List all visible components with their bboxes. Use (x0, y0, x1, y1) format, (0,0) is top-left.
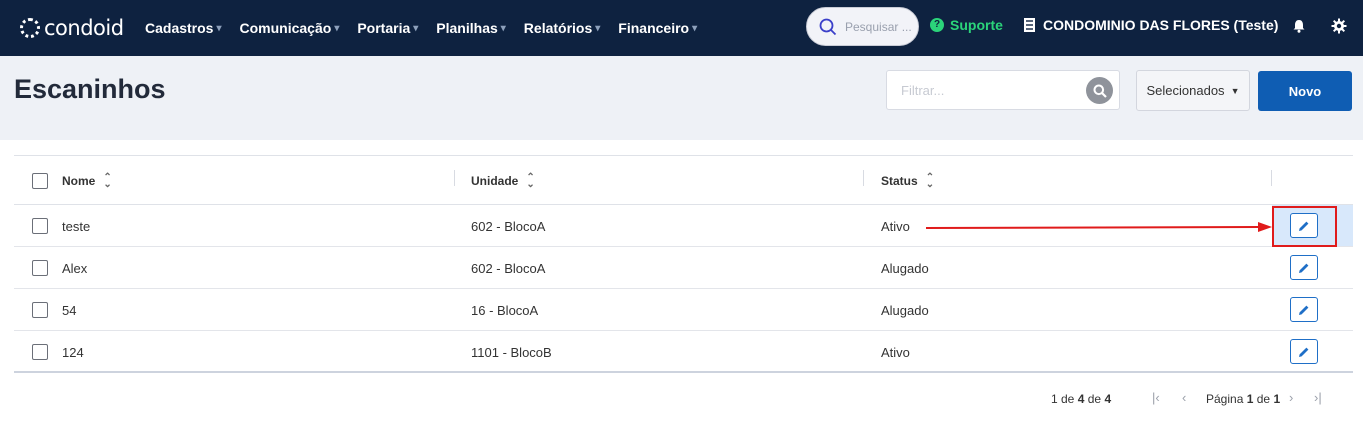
column-label: Nome (62, 174, 96, 188)
cell-unidade: 602 - BlocoA (471, 261, 546, 276)
page-indicator: Página 1 de 1 (1206, 392, 1280, 406)
select-all-checkbox[interactable] (32, 173, 48, 189)
page-total: 1 (1273, 392, 1281, 406)
chevron-down-icon: ▾ (413, 22, 419, 34)
row-checkbox[interactable] (32, 344, 48, 360)
search-icon (819, 18, 837, 35)
page-current: 1 (1246, 392, 1254, 406)
column-divider (454, 170, 455, 186)
last-page-icon[interactable]: ›| (1314, 390, 1322, 405)
gear-icon[interactable] (1331, 18, 1347, 34)
cell-unidade: 602 - BlocoA (471, 219, 546, 234)
help-icon: ? (930, 18, 944, 32)
support-link[interactable]: ? Suporte (930, 17, 1003, 33)
edit-button[interactable] (1290, 297, 1318, 322)
column-header-nome[interactable]: Nome ⌃ ⌄ (62, 172, 112, 190)
edit-button[interactable] (1290, 339, 1318, 364)
new-button[interactable]: Novo (1258, 71, 1352, 111)
selected-actions-dropdown[interactable]: Selecionados ▼ (1136, 70, 1250, 111)
annotation-highlight-box (1272, 206, 1337, 247)
cell-status: Alugado (881, 303, 929, 318)
cell-status: Alugado (881, 261, 929, 276)
chevron-down-icon: ▾ (334, 22, 340, 34)
table-header: Nome ⌃ ⌄ Unidade ⌃ ⌄ Status ⌃ ⌄ (14, 155, 1353, 205)
brand-logo[interactable]: condoid (20, 16, 140, 40)
prev-page-icon[interactable]: ‹ (1182, 390, 1186, 405)
range-count: 4 (1077, 392, 1085, 406)
row-checkbox[interactable] (32, 218, 48, 234)
menu-label: Cadastros (145, 20, 214, 36)
pencil-icon (1299, 347, 1309, 357)
page-mid: de (1256, 392, 1271, 406)
edit-button[interactable] (1290, 255, 1318, 280)
menu-portaria[interactable]: Portaria ▾ (357, 20, 418, 36)
chevron-down-icon: ▾ (595, 22, 601, 34)
column-label: Unidade (471, 174, 519, 188)
row-checkbox[interactable] (32, 302, 48, 318)
next-page-icon[interactable]: › (1289, 390, 1293, 405)
range-total: 4 (1104, 392, 1112, 406)
bell-icon[interactable] (1292, 19, 1306, 33)
sort-icon: ⌃ ⌄ (526, 172, 535, 190)
range-prefix: 1 de (1051, 392, 1075, 406)
filter-field (886, 70, 1120, 110)
cell-status: Ativo (881, 345, 910, 360)
filter-input[interactable] (887, 71, 1077, 109)
condominium-name: CONDOMINIO DAS FLORES (Teste) (1043, 17, 1279, 33)
menu-label: Relatórios (523, 20, 593, 36)
chevron-down-icon: ▾ (692, 22, 698, 34)
range-mid: de (1087, 392, 1102, 406)
menu-relatorios[interactable]: Relatórios ▾ (524, 20, 601, 36)
pencil-icon (1299, 305, 1309, 315)
column-header-unidade[interactable]: Unidade ⌃ ⌄ (471, 172, 535, 190)
cell-nome: 124 (62, 345, 84, 360)
menu-label: Comunicação (239, 20, 332, 36)
chevron-down-icon: ▾ (216, 22, 222, 34)
menu-label: Planilhas (436, 20, 498, 36)
filter-search-button[interactable] (1086, 77, 1113, 104)
sort-icon: ⌃ ⌄ (925, 172, 935, 190)
support-label: Suporte (950, 17, 1003, 33)
search-icon (1093, 84, 1107, 98)
table-row[interactable]: 124 1101 - BlocoB Ativo (14, 331, 1353, 373)
menu-label: Financeiro (618, 20, 690, 36)
menu-label: Portaria (357, 20, 411, 36)
table-row[interactable]: Alex 602 - BlocoA Alugado (14, 247, 1353, 289)
selected-actions-label: Selecionados (1146, 83, 1225, 98)
cell-nome: Alex (62, 261, 88, 276)
sort-icon: ⌃ ⌄ (103, 172, 112, 190)
cell-unidade: 16 - BlocoA (471, 303, 539, 318)
caret-down-icon: ▼ (1230, 85, 1240, 96)
main-menu: Cadastros ▾ Comunicação ▾ Portaria ▾ Planil… (145, 20, 715, 36)
table-row[interactable]: 54 16 - BlocoA Alugado (14, 289, 1353, 331)
column-label: Status (881, 174, 918, 188)
global-search[interactable]: Pesquisar ... (806, 7, 919, 46)
top-navbar: condoid Cadastros ▾ Comunicação ▾ Portaria… (0, 0, 1363, 56)
condoid-logo-icon (20, 18, 40, 38)
column-header-status[interactable]: Status ⌃ ⌄ (881, 172, 935, 190)
building-icon (1024, 18, 1035, 32)
cell-unidade: 1101 - BlocoB (471, 345, 552, 360)
menu-planilhas[interactable]: Planilhas ▾ (436, 20, 506, 36)
chevron-down-icon: ▾ (500, 22, 506, 34)
column-divider (1271, 170, 1272, 186)
menu-financeiro[interactable]: Financeiro ▾ (618, 20, 697, 36)
cell-status: Ativo (881, 219, 910, 234)
page-title: Escaninhos (14, 74, 166, 104)
brand-name: condoid (44, 16, 124, 40)
record-range: 1 de 4 de 4 (1051, 392, 1111, 406)
menu-cadastros[interactable]: Cadastros ▾ (145, 20, 222, 36)
menu-comunicacao[interactable]: Comunicação ▾ (240, 20, 340, 36)
column-divider (863, 170, 864, 186)
annotation-arrow (926, 222, 1272, 232)
first-page-icon[interactable]: |‹ (1152, 390, 1160, 405)
pencil-icon (1299, 263, 1309, 273)
global-search-placeholder: Pesquisar ... (845, 19, 912, 34)
condominium-selector[interactable]: CONDOMINIO DAS FLORES (Teste) (1024, 17, 1278, 33)
cell-nome: 54 (62, 303, 77, 318)
page-prefix: Página (1206, 392, 1244, 406)
row-checkbox[interactable] (32, 260, 48, 276)
table-card: Nome ⌃ ⌄ Unidade ⌃ ⌄ Status ⌃ ⌄ teste 602 -… (0, 140, 1363, 426)
cell-nome: teste (62, 219, 91, 234)
